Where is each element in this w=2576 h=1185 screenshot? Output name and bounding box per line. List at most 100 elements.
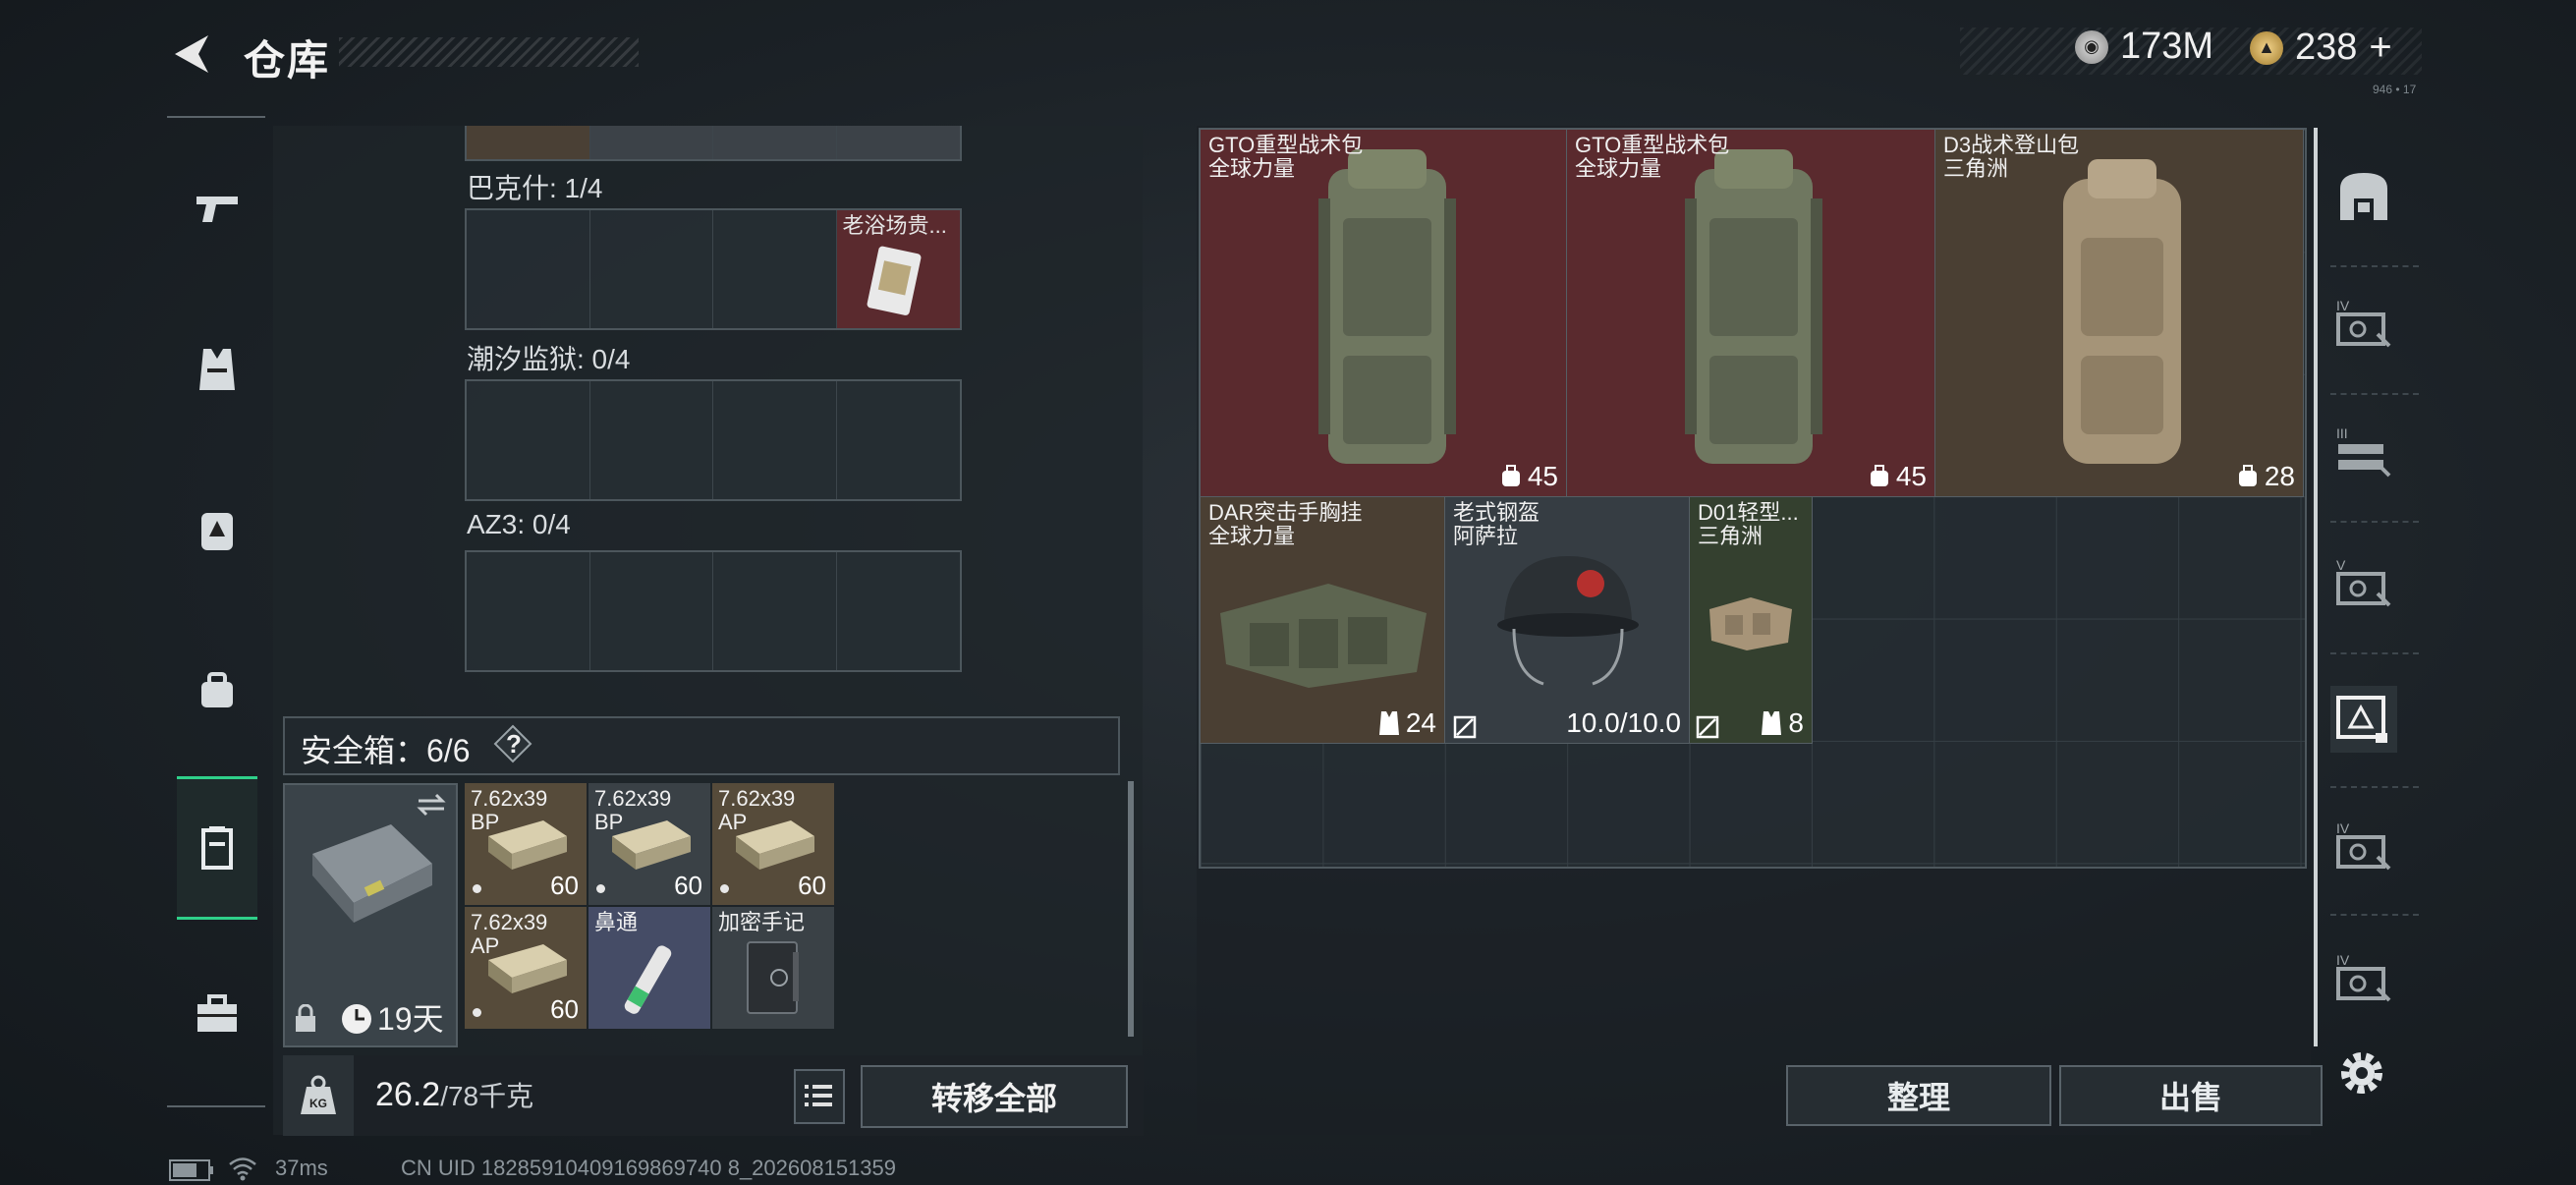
storage-box-v-icon: V — [2336, 557, 2391, 607]
battery-icon — [169, 1159, 213, 1181]
capacity-icon — [1501, 465, 1520, 486]
category-vests[interactable] — [177, 301, 257, 438]
storage-item-gto-backpack[interactable]: GTO重型战术包 全球力量 45 — [1566, 129, 1935, 497]
vest-capacity-icon — [1378, 711, 1399, 735]
encrypted-notebook-item[interactable]: 加密手记 — [712, 907, 834, 1029]
partial-grid-row — [465, 126, 962, 161]
durability: 10.0/10.0 — [1566, 707, 1681, 738]
storage-tab-iv-2[interactable]: IV — [2330, 814, 2397, 880]
capacity-icon — [2238, 465, 2257, 486]
grid-cell[interactable] — [589, 126, 713, 159]
lock-icon — [296, 1004, 315, 1032]
storage-item-d01-bag[interactable]: D01轻型... 三角洲 8 — [1689, 496, 1813, 744]
nasal-spray-item[interactable]: 鼻通 — [588, 907, 710, 1029]
page-title: 仓库 — [244, 37, 331, 84]
bag-icon — [201, 672, 233, 707]
storage-tab-main[interactable] — [2330, 163, 2397, 230]
storage-tab-iii[interactable]: III — [2330, 419, 2397, 485]
help-icon[interactable]: ? — [493, 724, 532, 763]
safe-box-days: 19天 — [377, 1001, 444, 1037]
list-icon — [805, 1085, 832, 1106]
durability-icon — [1696, 715, 1719, 739]
storage-item-d3-backpack[interactable]: D3战术登山包 三角洲 28 — [1934, 129, 2304, 497]
svg-text:KG: KG — [309, 1097, 327, 1110]
capacity: 45 — [1869, 461, 1927, 492]
category-cases[interactable] — [177, 945, 257, 1083]
grid-cell[interactable] — [713, 210, 837, 328]
safe-box-container[interactable]: 19天 — [283, 783, 458, 1047]
category-bags[interactable] — [177, 621, 257, 759]
back-arrow-icon[interactable] — [167, 29, 216, 79]
notebook-icon — [747, 941, 799, 1014]
grid-cell[interactable] — [713, 381, 837, 499]
section-label: 巴克什: 1/4 — [467, 173, 603, 203]
vest-capacity-icon — [1762, 711, 1782, 735]
delta-coin-icon: ▲ — [2250, 30, 2283, 65]
currency-1-value: 173M — [2120, 26, 2214, 67]
chest-rig-icon — [1709, 597, 1792, 650]
category-safe-box[interactable] — [177, 776, 257, 920]
ammo-item[interactable]: 7.62x39 AP 60 — [712, 783, 834, 905]
left-scrollbar[interactable] — [1128, 781, 1134, 1037]
storage-tab-safe-active[interactable] — [2330, 686, 2397, 753]
ammo-item[interactable]: 7.62x39 BP 60 — [465, 783, 587, 905]
backpack-icon — [201, 513, 233, 550]
keycard-icon — [867, 246, 921, 315]
transfer-all-button[interactable]: 转移全部 — [861, 1065, 1128, 1128]
capacity: 28 — [2237, 461, 2295, 492]
weight-readout: 26.2/78千克 — [375, 1076, 534, 1113]
grid-cell[interactable] — [590, 552, 713, 670]
pistol-icon — [196, 197, 238, 222]
storage-tab-iv-3[interactable]: IV — [2330, 945, 2397, 1012]
durability-icon — [1453, 715, 1477, 739]
swap-icon[interactable] — [415, 793, 448, 817]
ammo-item[interactable]: 7.62x39 AP 60 — [465, 907, 587, 1029]
grid-cell[interactable] — [590, 210, 713, 328]
capacity: 8 — [1761, 707, 1804, 739]
grid-cell[interactable] — [467, 210, 590, 328]
add-currency-button[interactable]: + — [2369, 26, 2391, 70]
svg-text:V: V — [2336, 557, 2346, 573]
ammo-item[interactable]: 7.62x39 BP 60 — [588, 783, 710, 905]
storage-item-gto-backpack[interactable]: GTO重型战术包 全球力量 45 — [1200, 129, 1567, 497]
grid-cell[interactable] — [837, 381, 961, 499]
storage-box-iv-icon: IV — [2336, 298, 2391, 348]
category-backpacks[interactable] — [177, 460, 257, 597]
sort-button[interactable]: 整理 — [1786, 1065, 2051, 1126]
category-weapons[interactable] — [177, 140, 257, 277]
section-grid: 老浴场贵... — [465, 208, 962, 330]
currency-hafcoin: ◉ 173M — [2075, 26, 2213, 68]
version-text: 946 • 17 — [2373, 83, 2417, 96]
grid-cell[interactable] — [713, 552, 837, 670]
grid-cell[interactable] — [713, 126, 837, 159]
storage-tab-v[interactable]: V — [2330, 550, 2397, 617]
backpack-icon — [1685, 149, 1822, 464]
storage-item-dar-chest-rig[interactable]: DAR突击手胸挂 全球力量 24 — [1200, 496, 1445, 744]
grid-cell[interactable] — [467, 381, 590, 499]
list-view-button[interactable] — [794, 1069, 845, 1124]
storage-rack-iii-icon: III — [2336, 425, 2391, 478]
settings-gear-icon[interactable] — [2334, 1045, 2389, 1100]
currency-delta-coin[interactable]: ▲ 238 + — [2250, 26, 2392, 70]
key-card-item[interactable]: 老浴场贵... — [836, 210, 960, 328]
grid-cell[interactable] — [836, 126, 960, 159]
section-label: AZ3: 0/4 — [467, 509, 571, 539]
clock-icon — [342, 1004, 371, 1034]
svg-text:III: III — [2336, 425, 2348, 441]
ammo-box-icon — [612, 820, 691, 870]
ping-readout: 37ms — [275, 1156, 328, 1180]
grid-cell[interactable] — [590, 381, 713, 499]
grid-cell[interactable] — [837, 552, 961, 670]
section-grid — [465, 379, 962, 501]
currency-2-value: 238 — [2295, 27, 2358, 68]
sell-button[interactable]: 出售 — [2059, 1065, 2323, 1126]
grid-cell[interactable] — [467, 126, 590, 159]
storage-item-old-helmet[interactable]: 老式钢盔 阿萨拉 10.0/10.0 — [1444, 496, 1690, 744]
capacity: 24 — [1378, 707, 1436, 739]
weight-icon: KG — [283, 1055, 354, 1136]
grid-cell[interactable] — [467, 552, 590, 670]
uid-text: CN UID 18285910409169869740 8_2026081513… — [401, 1156, 897, 1180]
storage-tab-iv-1[interactable]: IV — [2330, 291, 2397, 358]
ammo-box-icon — [488, 820, 567, 870]
svg-text:IV: IV — [2336, 298, 2350, 313]
